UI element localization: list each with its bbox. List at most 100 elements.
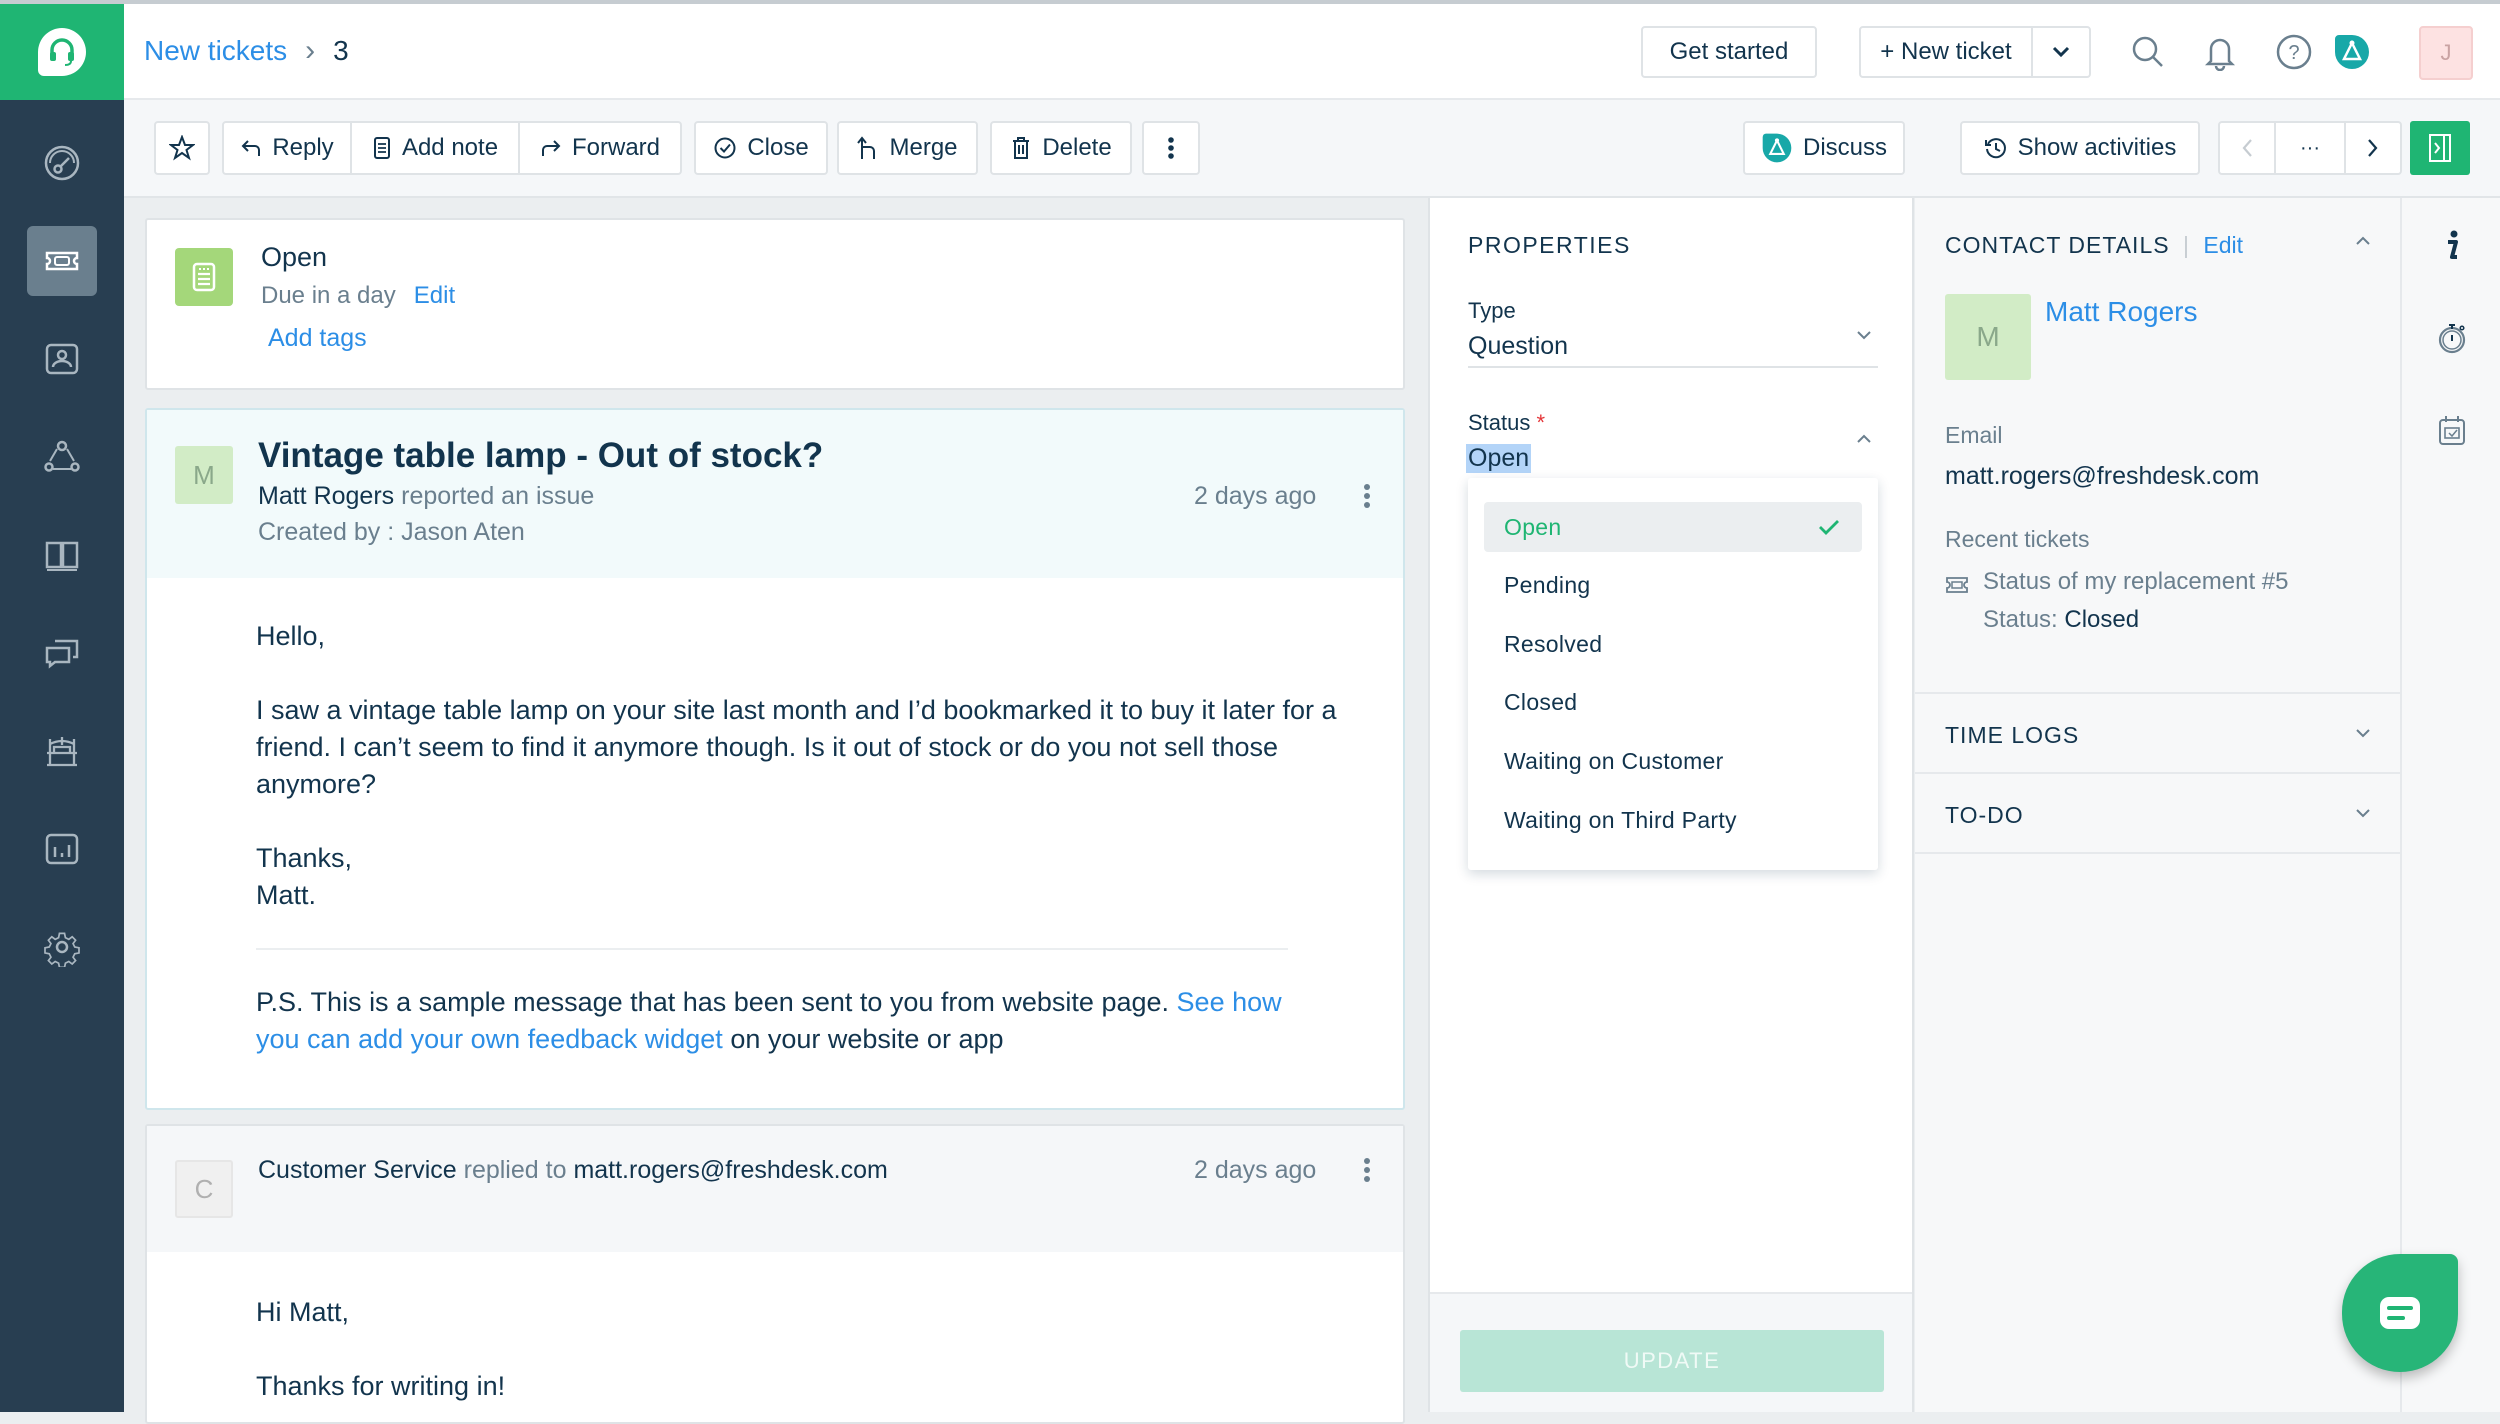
chevron-down-icon[interactable] xyxy=(1856,330,1872,340)
option-label: Waiting on Customer xyxy=(1504,747,1724,774)
todo-section[interactable]: TO-DO xyxy=(1945,802,2024,829)
recent-tickets-label: Recent tickets xyxy=(1945,526,2090,552)
search-button[interactable] xyxy=(2126,30,2170,74)
freshconnect-button[interactable] xyxy=(2330,30,2374,74)
close-label: Close xyxy=(747,134,809,161)
sidebar-item-admin[interactable] xyxy=(27,716,97,786)
status-option-closed[interactable]: Closed xyxy=(1484,677,1862,727)
stopwatch-icon xyxy=(2438,324,2466,354)
agent-avatar: C xyxy=(175,1160,233,1218)
sidebar-item-solutions[interactable] xyxy=(27,520,97,590)
body-paragraph: I saw a vintage table lamp on your site … xyxy=(256,695,1337,799)
ps-tail: on your website or app xyxy=(730,1024,1004,1054)
contact-name-link[interactable]: Matt Rogers xyxy=(2045,296,2198,328)
ticket-message-header: M Vintage table lamp - Out of stock? Mat… xyxy=(147,410,1403,578)
forward-button[interactable]: Forward xyxy=(520,123,680,173)
merge-button[interactable]: Merge xyxy=(837,121,978,175)
divider xyxy=(1915,692,2400,694)
help-button[interactable]: ? xyxy=(2272,30,2316,74)
status-option-waiting-customer[interactable]: Waiting on Customer xyxy=(1484,736,1862,786)
status-option-resolved[interactable]: Resolved xyxy=(1484,619,1862,669)
type-underline xyxy=(1468,366,1878,368)
toggle-sidebar-button[interactable] xyxy=(2410,121,2470,175)
ps-text: P.S. This is a sample message that has b… xyxy=(256,987,1170,1017)
ticket-toolbar: Reply Add note Forward Close Merge Delet… xyxy=(124,100,2500,198)
time-logs-section[interactable]: TIME LOGS xyxy=(1945,722,2079,749)
sidebar-item-reports[interactable] xyxy=(27,814,97,884)
sidebar-item-settings[interactable] xyxy=(27,912,97,982)
sidebar-item-forums[interactable] xyxy=(27,618,97,688)
reply-label: Reply xyxy=(272,134,334,161)
previous-ticket-button[interactable] xyxy=(2220,123,2276,173)
chevron-down-icon[interactable] xyxy=(2355,808,2371,818)
sidebar xyxy=(0,0,124,1412)
breadcrumb: New tickets › 3 xyxy=(144,34,349,68)
ticket-navigation-group: ··· xyxy=(2218,121,2402,175)
body-signoff-2: Matt. xyxy=(256,880,317,910)
reply-author: Customer Service xyxy=(258,1156,457,1184)
ticket-more-menu-icon[interactable] xyxy=(1357,478,1377,514)
get-started-button[interactable]: Get started xyxy=(1641,26,1817,78)
notifications-button[interactable] xyxy=(2198,30,2242,74)
reported-action: reported an issue xyxy=(401,482,595,510)
status-option-waiting-third-party[interactable]: Waiting on Third Party xyxy=(1484,795,1862,845)
freshdesk-logo-icon xyxy=(38,28,86,76)
status-option-pending[interactable]: Pending xyxy=(1484,560,1862,610)
breadcrumb-new-tickets[interactable]: New tickets xyxy=(144,35,287,67)
new-ticket-dropdown-button[interactable] xyxy=(2033,28,2089,76)
delete-button[interactable]: Delete xyxy=(990,121,1132,175)
chevron-left-icon xyxy=(2242,139,2252,157)
checkmark-icon xyxy=(1819,520,1839,535)
status-dropdown: Open Pending Resolved Closed Waiting on … xyxy=(1468,478,1878,870)
sidebar-item-tickets[interactable] xyxy=(27,226,97,296)
discuss-button[interactable]: Discuss xyxy=(1743,121,1905,175)
chevron-up-icon[interactable] xyxy=(2355,236,2371,246)
contact-avatar: M xyxy=(1945,294,2031,380)
star-button[interactable] xyxy=(154,121,210,175)
new-ticket-button[interactable]: + New ticket xyxy=(1861,28,2033,76)
requester-avatar: M xyxy=(175,446,233,504)
recent-ticket-link[interactable]: Status of my replacement #5 xyxy=(1983,568,2288,596)
more-tickets-button[interactable]: ··· xyxy=(2276,123,2346,173)
add-tags-link[interactable]: Add tags xyxy=(268,324,367,353)
reply-message-card: C Customer Service replied to matt.roger… xyxy=(145,1124,1405,1424)
sidebar-item-dashboard[interactable] xyxy=(27,128,97,198)
reply-more-menu-icon[interactable] xyxy=(1357,1152,1377,1188)
reply-time: 2 days ago xyxy=(1194,1156,1317,1184)
gear-icon xyxy=(44,932,80,967)
status-select[interactable]: Open xyxy=(1466,444,1532,473)
user-avatar[interactable]: J xyxy=(2419,26,2473,80)
properties-panel: PROPERTIES Type Question Status * Open O… xyxy=(1428,198,1914,1412)
delete-label: Delete xyxy=(1042,134,1112,161)
reply-button[interactable]: Reply xyxy=(224,123,352,173)
next-ticket-button[interactable] xyxy=(2346,123,2400,173)
time-logs-button[interactable] xyxy=(2430,316,2474,360)
more-actions-button[interactable] xyxy=(1142,121,1200,175)
edit-due-link[interactable]: Edit xyxy=(414,282,455,310)
requester-name[interactable]: Matt Rogers xyxy=(258,482,394,510)
chevron-down-icon[interactable] xyxy=(2355,728,2371,738)
logo-area[interactable] xyxy=(0,0,124,100)
type-select[interactable]: Question xyxy=(1468,332,1568,361)
update-button[interactable]: UPDATE xyxy=(1460,1330,1884,1392)
chevron-right-icon xyxy=(2368,139,2378,157)
contact-info-button[interactable] xyxy=(2430,224,2474,268)
edit-contact-link[interactable]: Edit xyxy=(2203,232,2243,258)
chat-widget-button[interactable] xyxy=(2342,1254,2458,1372)
info-icon xyxy=(2448,230,2458,259)
properties-title: PROPERTIES xyxy=(1468,232,1631,258)
chevron-up-icon[interactable] xyxy=(1856,434,1872,444)
add-note-button[interactable]: Add note xyxy=(352,123,520,173)
contact-email: matt.rogers@freshdesk.com xyxy=(1945,462,2260,490)
close-ticket-button[interactable]: Close xyxy=(694,121,828,175)
divider xyxy=(1915,772,2400,774)
sidebar-item-social[interactable] xyxy=(27,422,97,492)
reply-recipient: matt.rogers@freshdesk.com xyxy=(573,1156,888,1184)
show-activities-button[interactable]: Show activities xyxy=(1960,121,2200,175)
sidebar-item-contacts[interactable] xyxy=(27,324,97,394)
ticket-status-card: Open Due in a day Edit Add tags xyxy=(145,218,1405,390)
todo-button[interactable] xyxy=(2430,408,2474,452)
reply-line: Thanks for writing in! xyxy=(256,1371,506,1401)
ticket-body: Hello, I saw a vintage table lamp on you… xyxy=(256,618,1346,1058)
status-option-open[interactable]: Open xyxy=(1484,502,1862,552)
